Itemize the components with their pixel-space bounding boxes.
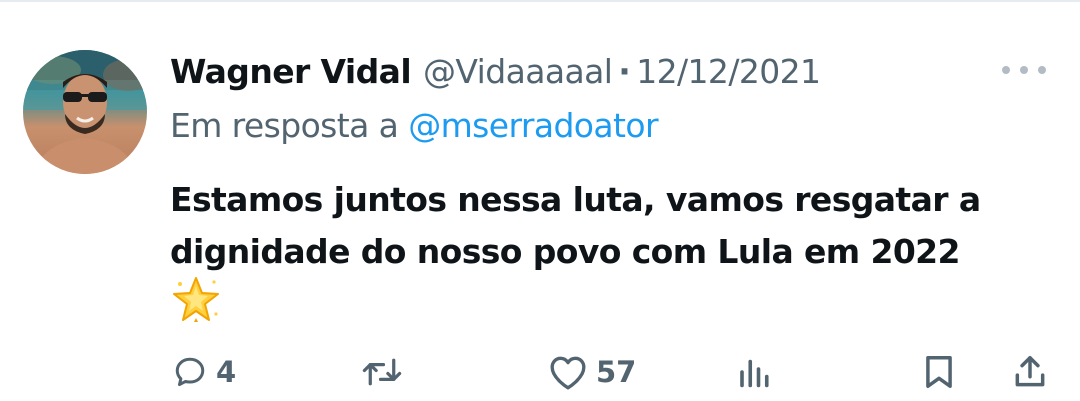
more-dot	[1002, 66, 1010, 74]
like-count: 57	[596, 355, 637, 389]
more-dot	[1038, 66, 1046, 74]
share-button[interactable]	[1012, 344, 1048, 400]
more-options-icon[interactable]	[1002, 58, 1046, 82]
tweet-header: Wagner Vidal @Vidaaaaal · 12/12/2021	[170, 46, 821, 96]
reply-count: 4	[216, 355, 237, 389]
reply-mention-link[interactable]: @mserradoator	[408, 106, 658, 145]
tweet-card[interactable]: Wagner Vidal @Vidaaaaal · 12/12/2021 Em …	[0, 0, 1080, 401]
glowing-star-icon	[170, 274, 222, 326]
tweet-date[interactable]: 12/12/2021	[636, 52, 821, 91]
avatar[interactable]	[23, 50, 147, 174]
bookmark-button[interactable]	[922, 344, 956, 400]
share-icon	[1015, 356, 1045, 387]
tweet-actions: 4 57	[0, 344, 1080, 400]
like-button[interactable]: 57	[548, 344, 636, 400]
separator: ·	[618, 51, 631, 91]
reply-context: Em resposta a @mserradoator	[170, 100, 659, 150]
tweet-text: Estamos juntos nessa luta, vamos resgata…	[170, 180, 981, 271]
retweet-icon	[362, 358, 402, 386]
more-dot	[1020, 66, 1028, 74]
retweet-button[interactable]	[360, 344, 412, 400]
analytics-icon	[740, 359, 769, 388]
heart-icon	[550, 356, 586, 390]
bookmark-icon	[926, 356, 952, 388]
reply-button[interactable]: 4	[172, 344, 236, 400]
user-handle[interactable]: @Vidaaaaal	[423, 52, 613, 91]
avatar-photo	[23, 50, 147, 174]
reply-icon	[175, 357, 205, 387]
reply-label: Em resposta a	[170, 105, 399, 145]
views-button[interactable]	[737, 344, 779, 400]
display-name[interactable]: Wagner Vidal	[170, 52, 412, 91]
